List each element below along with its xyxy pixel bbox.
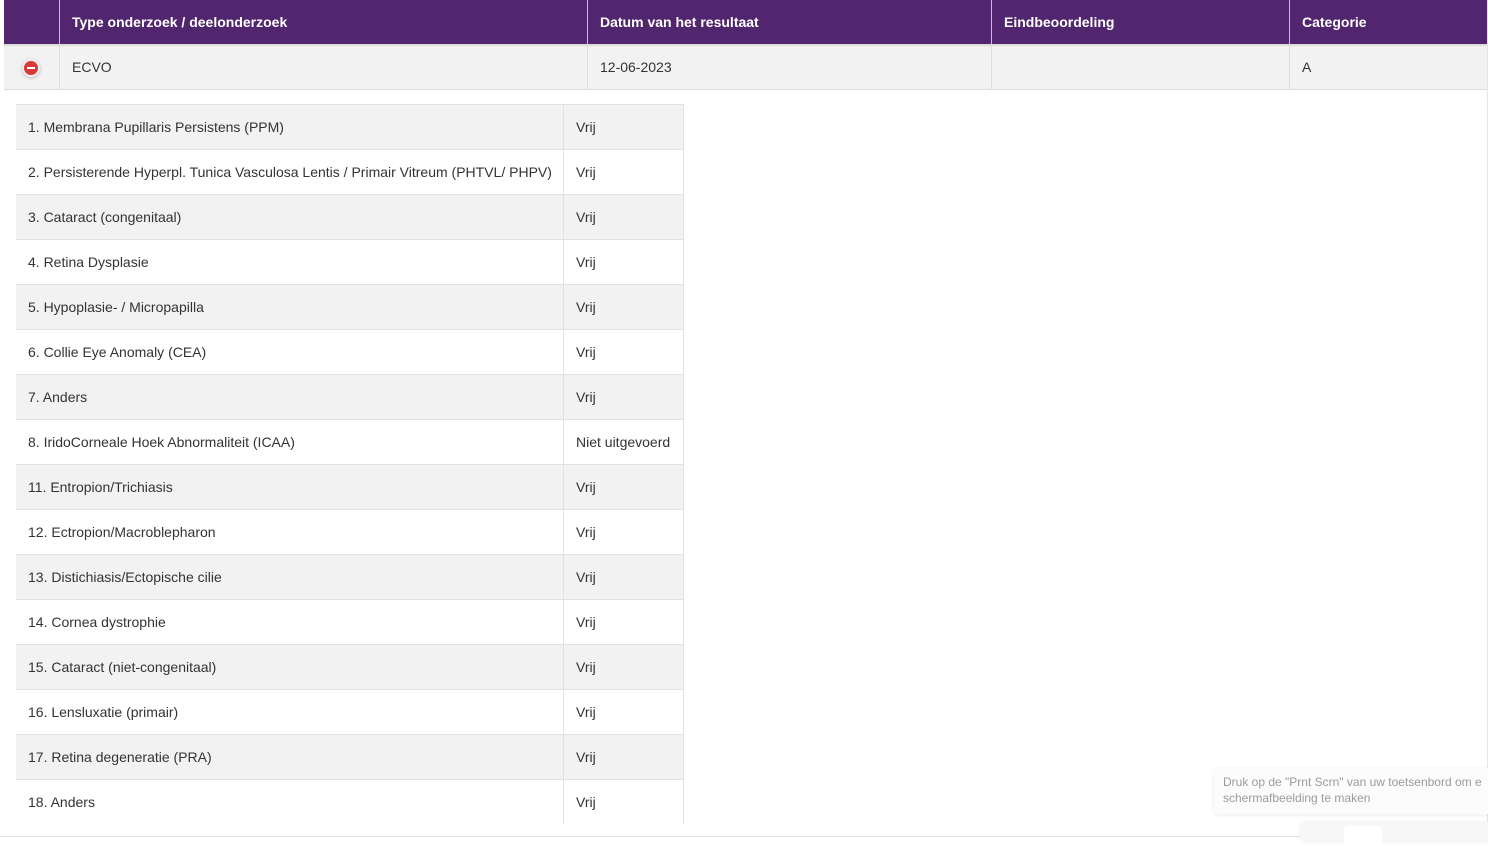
header-category[interactable]: Categorie [1290,0,1487,44]
detail-name: 15. Cataract (niet-congenitaal) [16,645,564,689]
detail-row: 3. Cataract (congenitaal) Vrij [16,194,684,239]
detail-row: 5. Hypoplasie- / Micropapilla Vrij [16,284,684,329]
header-toggle-col [4,0,60,44]
category-cell: A [1302,59,1312,75]
detail-name: 7. Anders [16,375,564,419]
detail-name: 4. Retina Dysplasie [16,240,564,284]
tooltip-line-2: schermafbeelding te maken [1223,791,1371,805]
detail-name: 12. Ectropion/Macroblepharon [16,510,564,554]
detail-result: Vrij [564,375,684,419]
detail-result: Vrij [564,510,684,554]
detail-row: 15. Cataract (niet-congenitaal) Vrij [16,644,684,689]
detail-name: 8. IridoCorneale Hoek Abnormaliteit (ICA… [16,420,564,464]
detail-row: 8. IridoCorneale Hoek Abnormaliteit (ICA… [16,419,684,464]
detail-row: 7. Anders Vrij [16,374,684,419]
detail-row: 2. Persisterende Hyperpl. Tunica Vasculo… [16,149,684,194]
tooltip-button[interactable] [1344,826,1382,846]
collapse-minus-icon[interactable] [24,61,38,76]
detail-row: 6. Collie Eye Anomaly (CEA) Vrij [16,329,684,374]
detail-result: Vrij [564,690,684,734]
divider [0,836,1300,837]
detail-name: 6. Collie Eye Anomaly (CEA) [16,330,564,374]
detail-name: 18. Anders [16,780,564,824]
detail-result: Vrij [564,150,684,194]
screenshot-tooltip: Druk op de "Prnt Scrn" van uw toetsenbor… [1214,768,1488,814]
detail-name: 2. Persisterende Hyperpl. Tunica Vasculo… [16,150,564,194]
detail-name: 13. Distichiasis/Ectopische cilie [16,555,564,599]
detail-row: 13. Distichiasis/Ectopische cilie Vrij [16,554,684,599]
tooltip-line-1: Druk op de "Prnt Scrn" van uw toetsenbor… [1223,775,1482,789]
detail-name: 1. Membrana Pupillaris Persistens (PPM) [16,105,564,149]
detail-result: Vrij [564,735,684,779]
header-final[interactable]: Eindbeoordeling [992,0,1290,44]
final-cell [992,46,1290,89]
table-header: Type onderzoek / deelonderzoek Datum van… [4,0,1487,44]
header-type[interactable]: Type onderzoek / deelonderzoek [60,0,588,44]
toggle-cell[interactable] [4,46,60,89]
detail-name: 3. Cataract (congenitaal) [16,195,564,239]
detail-row: 4. Retina Dysplasie Vrij [16,239,684,284]
detail-result: Vrij [564,555,684,599]
detail-name: 14. Cornea dystrophie [16,600,564,644]
detail-result: Niet uitgevoerd [564,420,684,464]
date-cell: 12-06-2023 [588,46,992,89]
detail-result: Vrij [564,105,684,149]
header-date[interactable]: Datum van het resultaat [588,0,992,44]
detail-table: 1. Membrana Pupillaris Persistens (PPM) V… [16,104,684,824]
detail-row: 14. Cornea dystrophie Vrij [16,599,684,644]
detail-result: Vrij [564,645,684,689]
detail-result: Vrij [564,780,684,824]
detail-row: 18. Anders Vrij [16,779,684,824]
detail-row: 1. Membrana Pupillaris Persistens (PPM) V… [16,104,684,149]
detail-name: 17. Retina degeneratie (PRA) [16,735,564,779]
detail-row: 12. Ectropion/Macroblepharon Vrij [16,509,684,554]
detail-result: Vrij [564,285,684,329]
detail-name: 16. Lensluxatie (primair) [16,690,564,734]
detail-name: 11. Entropion/Trichiasis [16,465,564,509]
detail-row: 11. Entropion/Trichiasis Vrij [16,464,684,509]
detail-result: Vrij [564,465,684,509]
table-row[interactable]: ECVO 12-06-2023 A [4,44,1487,90]
detail-result: Vrij [564,600,684,644]
detail-name: 5. Hypoplasie- / Micropapilla [16,285,564,329]
detail-row: 17. Retina degeneratie (PRA) Vrij [16,734,684,779]
tooltip-panel [1300,822,1488,846]
detail-row: 16. Lensluxatie (primair) Vrij [16,689,684,734]
detail-result: Vrij [564,195,684,239]
detail-result: Vrij [564,240,684,284]
type-cell: ECVO [60,46,588,89]
detail-result: Vrij [564,330,684,374]
